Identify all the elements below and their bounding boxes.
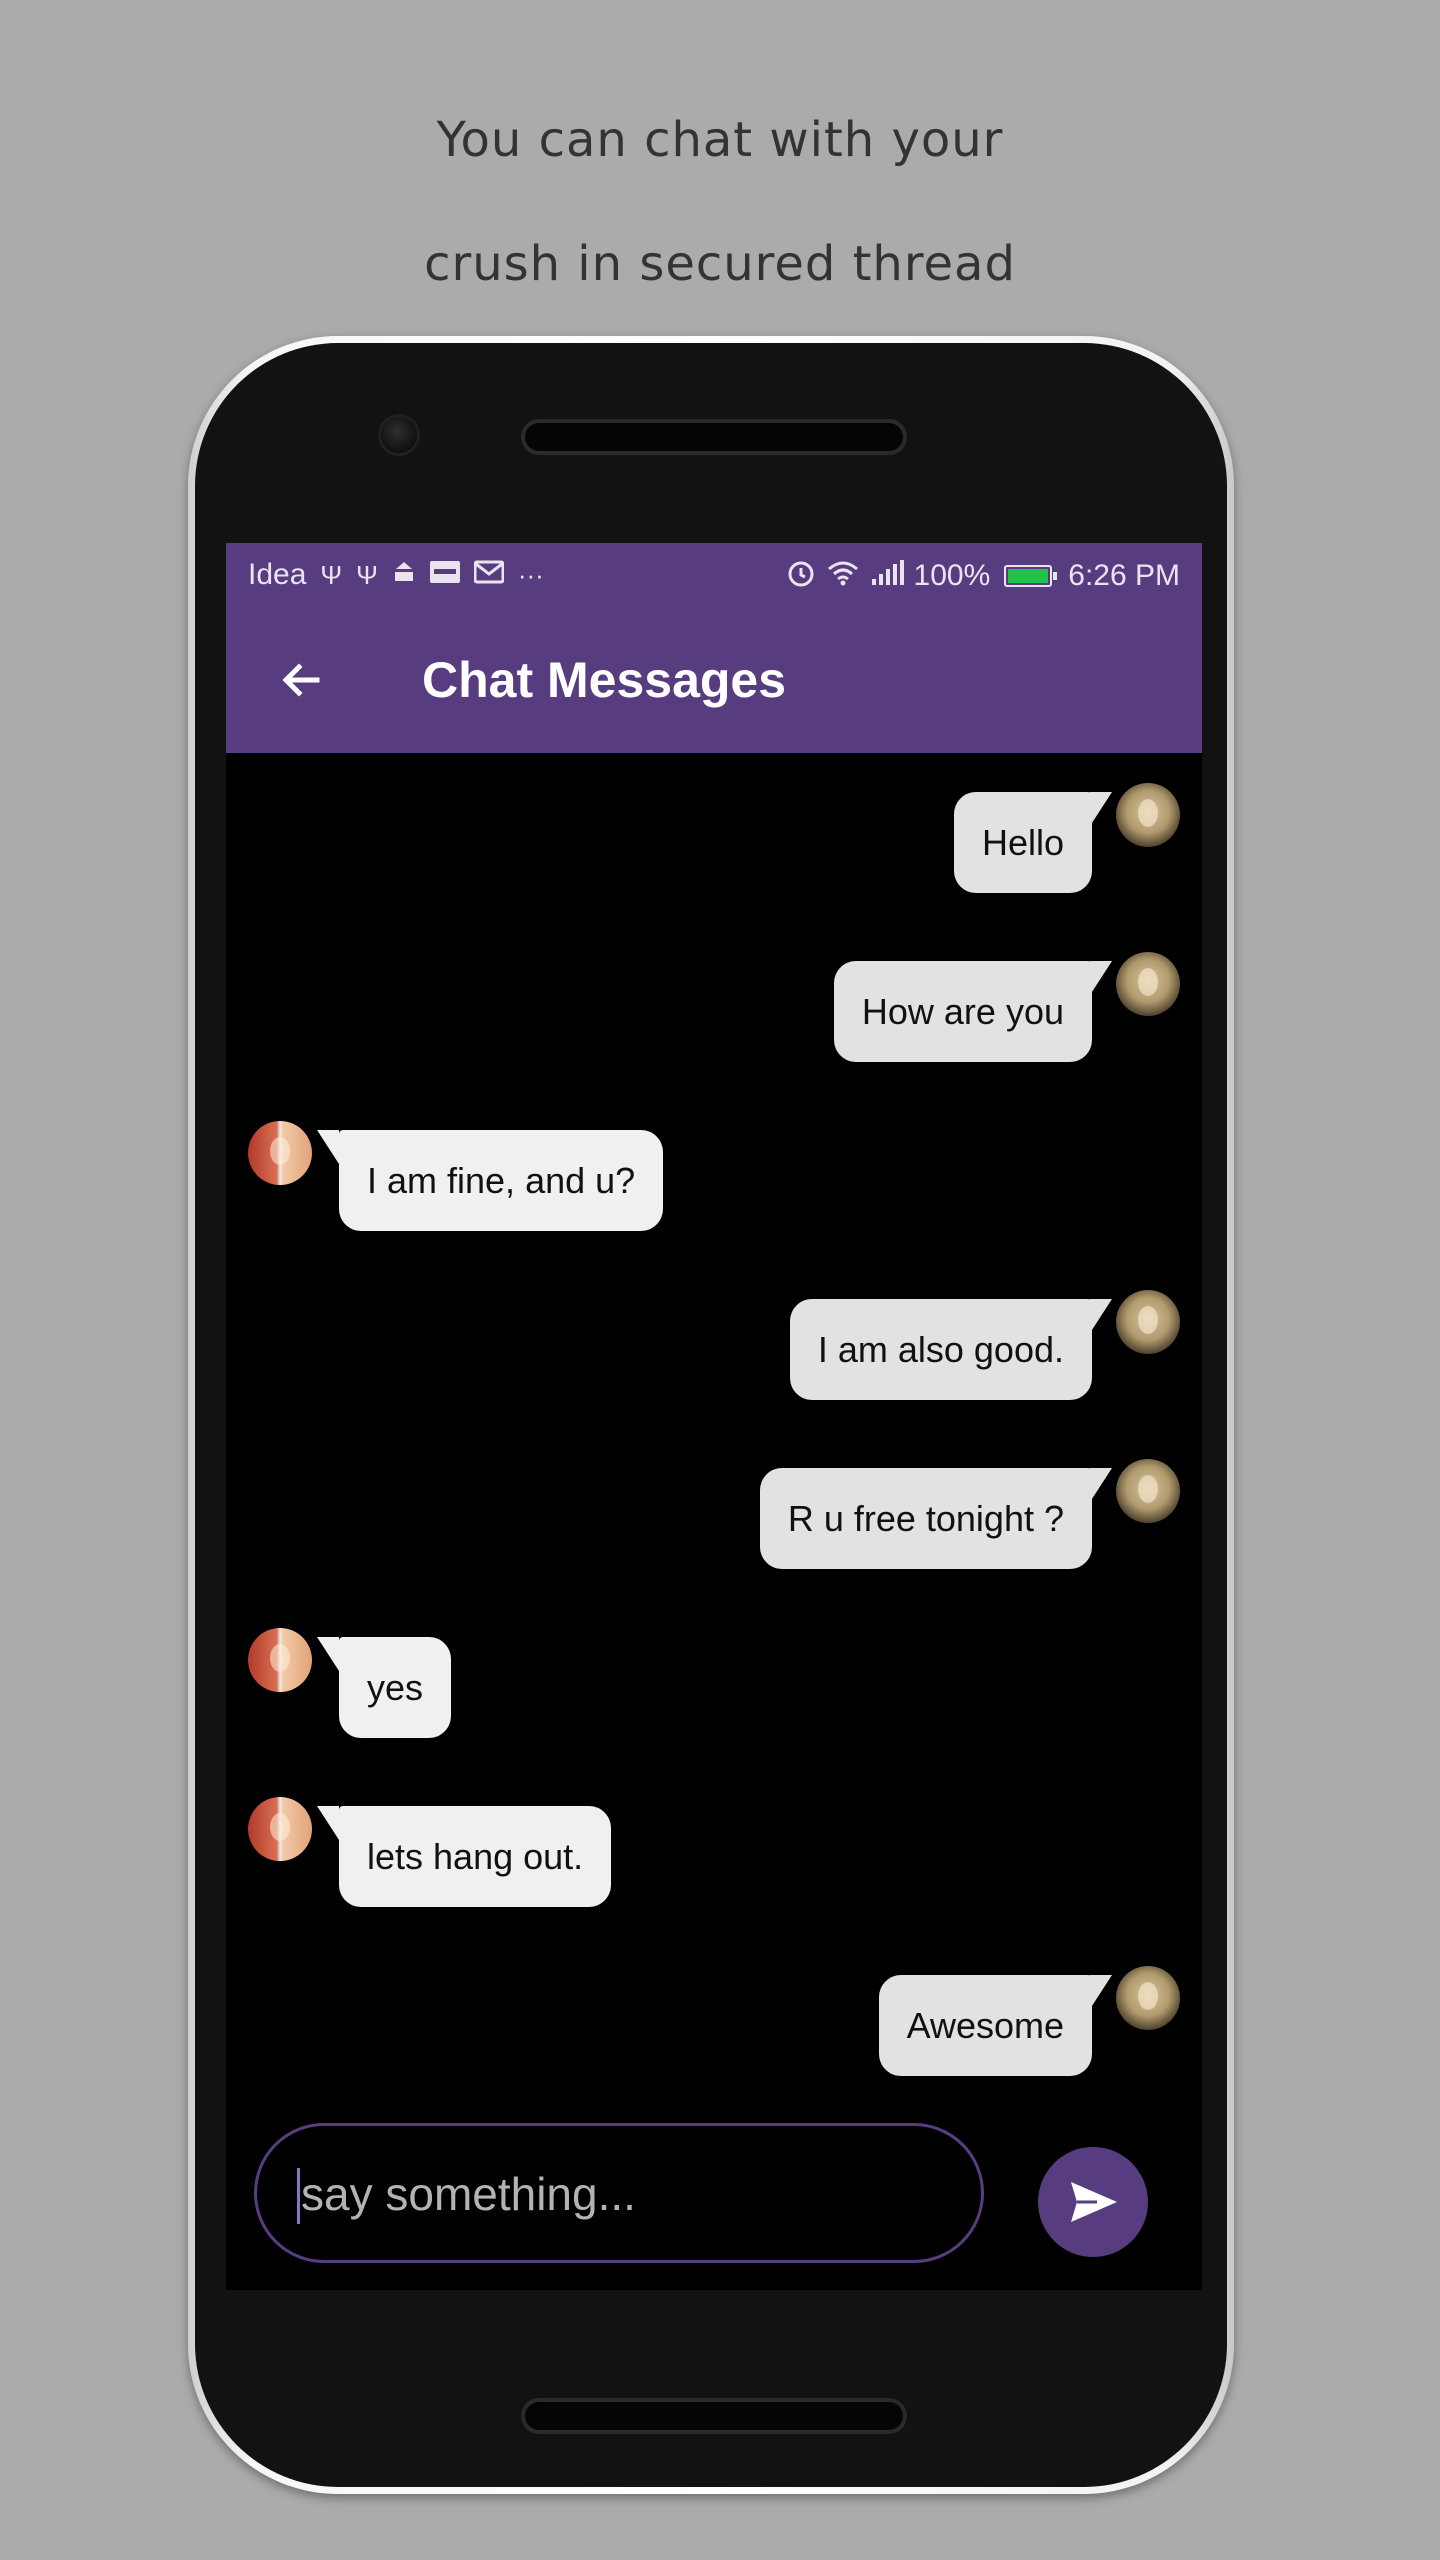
- battery-percent: 100%: [913, 559, 991, 592]
- message-composer: [254, 2123, 984, 2263]
- message-received: I am fine, and u?: [226, 1121, 1202, 1231]
- avatar[interactable]: [1116, 783, 1180, 847]
- message-bubble[interactable]: R u free tonight ?: [759, 1468, 1092, 1569]
- carrier-name: Idea: [248, 558, 307, 591]
- message-bubble[interactable]: yes: [339, 1637, 452, 1738]
- app-bar: Chat Messages: [226, 607, 1202, 753]
- message-sent: Hello: [226, 783, 1202, 893]
- more-dots-icon: ···: [517, 560, 544, 590]
- avatar[interactable]: [1116, 1290, 1180, 1354]
- status-bar: Idea Ψ Ψ ··· 100% 6:26 PM: [226, 543, 1202, 607]
- message-received: lets hang out.: [226, 1797, 1202, 1907]
- message-bubble[interactable]: I am fine, and u?: [339, 1130, 664, 1231]
- front-camera: [381, 417, 417, 453]
- message-bubble[interactable]: Awesome: [878, 1975, 1092, 2076]
- send-icon: [1071, 2182, 1117, 2222]
- download-icon: [392, 559, 416, 591]
- avatar[interactable]: [248, 1628, 312, 1692]
- usb-icon: Ψ: [356, 560, 378, 590]
- phone-screen: Idea Ψ Ψ ··· 100% 6:26 PM Chat Messages …: [226, 543, 1202, 2290]
- message-sent: R u free tonight ?: [226, 1459, 1202, 1569]
- message-bubble[interactable]: I am also good.: [789, 1299, 1092, 1400]
- page-title: Chat Messages: [422, 652, 787, 708]
- signal-icon: [870, 559, 904, 593]
- alarm-icon: [786, 558, 816, 594]
- message-sent: How are you: [226, 952, 1202, 1062]
- avatar[interactable]: [1116, 1459, 1180, 1523]
- battery-icon: [1004, 565, 1058, 587]
- send-button[interactable]: [1038, 2147, 1148, 2257]
- avatar[interactable]: [248, 1797, 312, 1861]
- message-input[interactable]: [299, 2126, 943, 2262]
- message-bubble[interactable]: lets hang out.: [339, 1806, 612, 1907]
- promo-caption-line2: crush in secured thread: [424, 236, 1016, 292]
- wifi-icon: [826, 559, 860, 593]
- arrow-back-icon: [282, 663, 320, 697]
- avatar[interactable]: [1116, 952, 1180, 1016]
- promo-caption-line1: You can chat with your: [436, 112, 1004, 168]
- avatar[interactable]: [1116, 1966, 1180, 2030]
- message-sent: Awesome: [226, 1966, 1202, 2076]
- back-button[interactable]: [266, 645, 336, 715]
- gmail-icon: [473, 559, 505, 591]
- message-received: yes: [226, 1628, 1202, 1738]
- bottom-speaker: [525, 2402, 903, 2430]
- message-bubble[interactable]: Hello: [953, 792, 1092, 893]
- paytm-icon: [429, 559, 460, 591]
- message-sent: I am also good.: [226, 1290, 1202, 1400]
- usb-icon: Ψ: [320, 560, 343, 590]
- message-bubble[interactable]: How are you: [833, 961, 1092, 1062]
- earpiece-speaker: [525, 423, 903, 451]
- avatar[interactable]: [248, 1121, 312, 1185]
- status-time: 6:26 PM: [1068, 559, 1180, 592]
